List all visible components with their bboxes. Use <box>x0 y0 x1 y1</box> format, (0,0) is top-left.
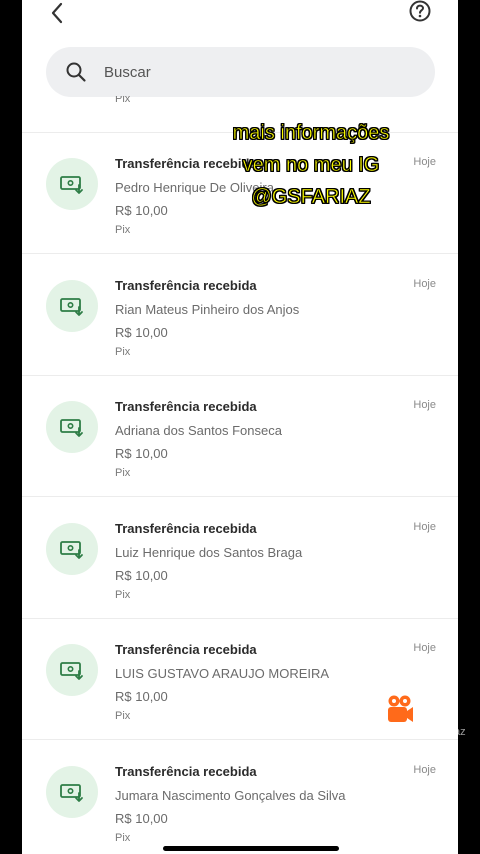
transaction-method: Pix <box>115 710 131 722</box>
back-button[interactable] <box>44 0 70 26</box>
transaction-date: Hoje <box>413 399 436 411</box>
transaction-method: Pix <box>115 224 131 236</box>
question-circle-icon <box>409 0 431 22</box>
transaction-amount: R$ 10,00 <box>115 568 168 583</box>
transaction-badge <box>46 401 98 453</box>
overlay-line: mais informações <box>232 122 390 145</box>
transaction-item[interactable]: Transferência recebida Adriana dos Santos… <box>22 376 458 497</box>
kwai-watermark: Kwai az <box>384 692 480 742</box>
money-receive-icon <box>60 298 83 316</box>
help-button[interactable] <box>408 0 434 26</box>
transaction-title: Transferência recebida <box>115 764 257 779</box>
transaction-date: Hoje <box>413 764 436 776</box>
top-bar <box>22 0 458 40</box>
transaction-amount: R$ 10,00 <box>115 689 168 704</box>
overlay-line: vem no meu IG <box>242 154 380 177</box>
chevron-left-icon <box>51 2 63 24</box>
transaction-amount: R$ 10,00 <box>115 446 168 461</box>
search-icon <box>66 62 86 82</box>
home-indicator[interactable] <box>163 846 339 851</box>
divider <box>22 496 458 497</box>
transaction-method: Pix <box>115 589 131 601</box>
kwai-brand-text: Kwai <box>420 701 456 718</box>
transaction-amount: R$ 10,00 <box>115 811 168 826</box>
transaction-sender: Adriana dos Santos Fonseca <box>115 423 282 438</box>
transaction-badge <box>46 766 98 818</box>
money-receive-icon <box>60 419 83 437</box>
transaction-method: Pix <box>115 467 131 479</box>
money-receive-icon <box>60 784 83 802</box>
transaction-item[interactable]: Transferência recebida Luiz Henrique dos … <box>22 498 458 619</box>
transaction-sender: Jumara Nascimento Gonçalves da Silva <box>115 788 346 803</box>
search-bar[interactable] <box>46 47 435 97</box>
transaction-date: Hoje <box>413 642 436 654</box>
transaction-date: Hoje <box>413 521 436 533</box>
transaction-title: Transferência recebida <box>115 399 257 414</box>
transaction-item[interactable]: Transferência recebida Jumara Nascimento … <box>22 741 458 854</box>
transaction-title: Transferência recebida <box>115 521 257 536</box>
divider <box>22 253 458 254</box>
transaction-title: Transferência recebida <box>115 642 257 657</box>
transaction-date: Hoje <box>413 278 436 290</box>
transaction-sender: Rian Mateus Pinheiro dos Anjos <box>115 302 300 317</box>
money-receive-icon <box>60 541 83 559</box>
transaction-badge <box>46 280 98 332</box>
transaction-badge <box>46 158 98 210</box>
money-receive-icon <box>60 662 83 680</box>
overlay-line: @GSFARIAZ <box>251 186 371 209</box>
transaction-title: Transferência recebida <box>115 278 257 293</box>
promo-overlay-text: mais informações vem no meu IG @GSFARIAZ <box>200 117 422 213</box>
transaction-sender: LUIS GUSTAVO ARAUJO MOREIRA <box>115 666 330 681</box>
transaction-amount: R$ 10,00 <box>115 325 168 340</box>
transaction-badge <box>46 523 98 575</box>
kwai-logo-icon <box>388 695 413 722</box>
kwai-handle-text: az <box>454 726 466 738</box>
transaction-method: Pix <box>115 832 131 844</box>
transaction-method: Pix <box>115 346 131 358</box>
money-receive-icon <box>60 176 83 194</box>
search-input[interactable] <box>104 63 384 81</box>
transaction-sender: Luiz Henrique dos Santos Braga <box>115 545 303 560</box>
transaction-badge <box>46 644 98 696</box>
transaction-amount: R$ 10,00 <box>115 203 168 218</box>
transaction-item[interactable]: Transferência recebida Rian Mateus Pinhei… <box>22 255 458 376</box>
partial-item-method: Pix <box>115 96 131 105</box>
